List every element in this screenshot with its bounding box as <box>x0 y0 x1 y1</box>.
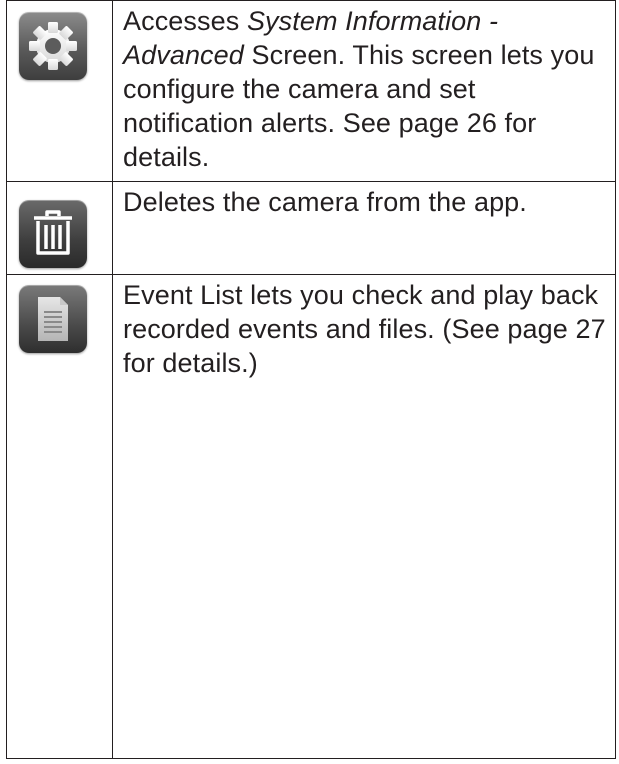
icon-cell <box>6 274 113 759</box>
icon-description-table: Accesses System Information - Advanced S… <box>6 0 616 759</box>
icon-cell <box>6 181 113 275</box>
table-row: Deletes the camera from the app. <box>6 181 616 275</box>
table-row: Event List lets you check and play back … <box>6 274 616 759</box>
gear-icon <box>19 12 87 80</box>
description-cell: Event List lets you check and play back … <box>112 274 616 759</box>
icon-cell <box>6 0 113 182</box>
document-icon <box>19 285 87 353</box>
description-cell: Accesses System Information - Advanced S… <box>112 0 616 182</box>
trash-icon <box>19 200 87 268</box>
description-text: Accesses <box>123 6 247 36</box>
description-cell: Deletes the camera from the app. <box>112 181 616 275</box>
table-row: Accesses System Information - Advanced S… <box>6 0 616 182</box>
